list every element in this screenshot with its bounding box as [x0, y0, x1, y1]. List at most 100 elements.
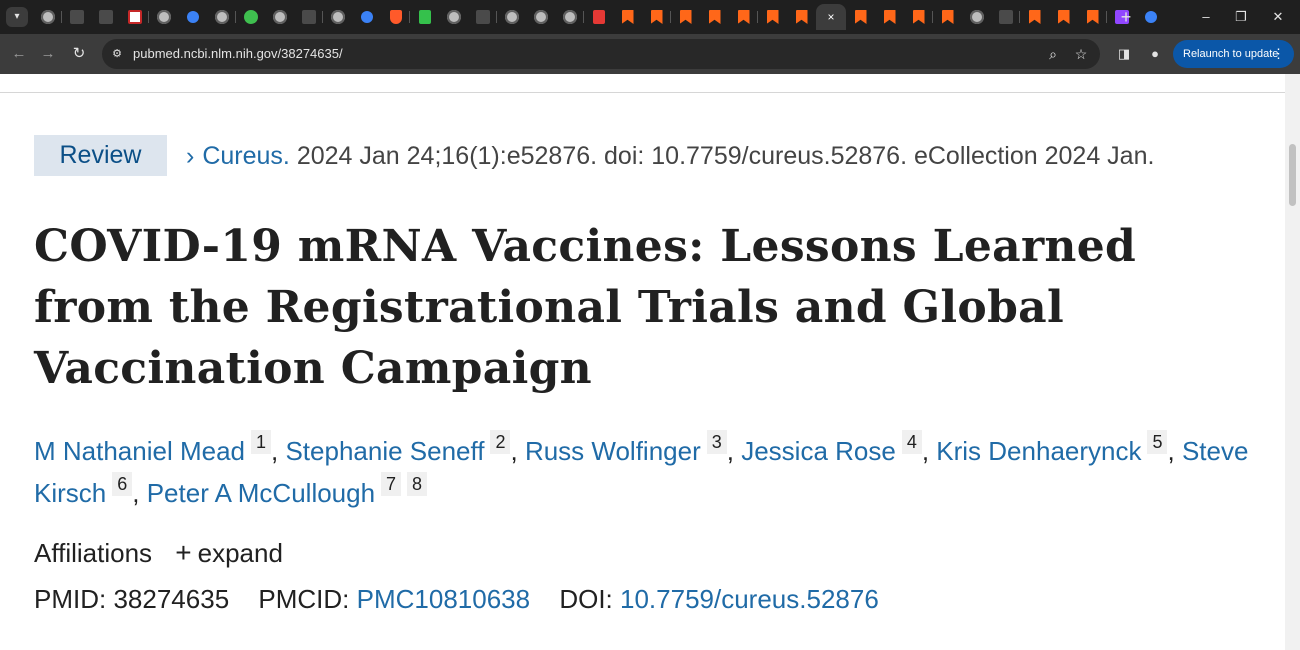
back-icon[interactable]: ←: [8, 43, 30, 65]
substack-favicon-icon: [854, 10, 867, 24]
author-link[interactable]: Jessica Rose: [741, 436, 896, 466]
authors-list: M Nathaniel Mead 1, Stephanie Seneff 2, Ru…: [34, 430, 1249, 508]
pmid-label: PMID:: [34, 584, 107, 614]
page-scrollbar[interactable]: [1285, 74, 1300, 650]
maximize-button[interactable]: ❐: [1226, 6, 1256, 28]
globe-favicon-icon: [969, 10, 984, 24]
browser-tab[interactable]: [846, 4, 875, 30]
browser-tab[interactable]: [294, 4, 323, 30]
affiliation-ref-button[interactable]: 2: [490, 430, 511, 454]
browser-tab[interactable]: [265, 4, 294, 30]
browser-tab[interactable]: [439, 4, 468, 30]
browser-tab[interactable]: [1049, 4, 1078, 30]
browser-tab[interactable]: [991, 4, 1020, 30]
browser-tab[interactable]: [33, 4, 62, 30]
affiliation-ref-button[interactable]: 6: [112, 472, 133, 496]
url-text[interactable]: pubmed.ncbi.nlm.nih.gov/38274635/: [133, 46, 343, 62]
browser-tab[interactable]: [1136, 4, 1165, 30]
globe-favicon-icon: [272, 10, 287, 24]
browser-tab[interactable]: [787, 4, 816, 30]
journal-link[interactable]: Cureus.: [202, 142, 290, 170]
shield-blue-favicon-icon: [69, 10, 84, 24]
author-link[interactable]: Kris Denhaerynck: [936, 436, 1141, 466]
bookmark-star-icon[interactable]: ☆: [1072, 45, 1090, 63]
relaunch-label: Relaunch to update: [1183, 48, 1279, 60]
author-link[interactable]: M Nathaniel Mead: [34, 436, 245, 466]
browser-tab[interactable]: [671, 4, 700, 30]
browser-tab[interactable]: [381, 4, 410, 30]
browser-tab[interactable]: [555, 4, 584, 30]
browser-tab[interactable]: [236, 4, 265, 30]
reload-icon[interactable]: ↻: [68, 43, 90, 65]
browser-tab[interactable]: [933, 4, 962, 30]
browser-tab[interactable]: [178, 4, 207, 30]
browser-tab[interactable]: [584, 4, 613, 30]
doi-link[interactable]: 10.7759/cureus.52876: [620, 584, 879, 614]
browser-tab[interactable]: [323, 4, 352, 30]
author-link[interactable]: Russ Wolfinger: [525, 436, 701, 466]
profile-icon[interactable]: ●: [1145, 44, 1165, 64]
author-link[interactable]: Stephanie Seneff: [285, 436, 484, 466]
affiliation-ref-button[interactable]: 4: [901, 430, 922, 454]
header-divider: [0, 92, 1285, 93]
minimize-button[interactable]: –: [1191, 6, 1221, 28]
browser-tab[interactable]: [468, 4, 497, 30]
green-g-favicon-icon: [418, 10, 431, 24]
browser-tab[interactable]: [207, 4, 236, 30]
browser-tab[interactable]: [613, 4, 642, 30]
article-title: COVID-19 mRNA Vaccines: Lessons Learned …: [34, 221, 1137, 394]
substack-favicon-icon: [621, 10, 634, 24]
affiliation-ref-button[interactable]: 3: [706, 430, 727, 454]
forward-icon[interactable]: →: [37, 43, 59, 65]
close-tab-icon[interactable]: ×: [827, 10, 834, 24]
shield-orange-favicon-icon: [389, 10, 402, 24]
browser-tab[interactable]: [352, 4, 381, 30]
author-link[interactable]: Peter A McCullough: [147, 478, 375, 508]
browser-tab[interactable]: [410, 4, 439, 30]
browser-tab[interactable]: [642, 4, 671, 30]
pmcid-link[interactable]: PMC10810638: [357, 584, 530, 614]
substack-favicon-icon: [1057, 10, 1070, 24]
substack-favicon-icon: [679, 10, 692, 24]
globe-favicon-icon: [40, 10, 55, 24]
browser-tab[interactable]: [120, 4, 149, 30]
site-info-icon[interactable]: ⚙: [109, 46, 125, 62]
browser-tab[interactable]: [875, 4, 904, 30]
browser-tab[interactable]: [1078, 4, 1107, 30]
globe-favicon-icon: [446, 10, 461, 24]
browser-tab[interactable]: [497, 4, 526, 30]
plus-icon[interactable]: +: [175, 537, 191, 568]
zoom-icon[interactable]: ⌕: [1044, 45, 1062, 63]
browser-tab[interactable]: [700, 4, 729, 30]
globe-favicon-icon: [533, 10, 548, 24]
browser-tab[interactable]: [526, 4, 555, 30]
substack-favicon-icon: [737, 10, 750, 24]
affiliation-ref-button[interactable]: 5: [1147, 430, 1168, 454]
browser-tab[interactable]: [758, 4, 787, 30]
browser-tab[interactable]: [729, 4, 758, 30]
affiliation-ref-button[interactable]: 7: [381, 472, 402, 496]
substack-favicon-icon: [766, 10, 779, 24]
address-bar[interactable]: ⚙ pubmed.ncbi.nlm.nih.gov/38274635/ ⌕ ☆: [102, 39, 1100, 69]
expand-affiliations-button[interactable]: expand: [198, 538, 283, 568]
close-window-button[interactable]: ✕: [1263, 6, 1293, 28]
browser-tab[interactable]: [904, 4, 933, 30]
affiliation-ref-button[interactable]: 1: [251, 430, 271, 454]
browser-tab[interactable]: [62, 4, 91, 30]
globe-favicon-icon: [562, 10, 577, 24]
chevron-right-icon[interactable]: ›: [186, 142, 194, 170]
active-tab[interactable]: ×: [816, 4, 846, 30]
more-menu-icon[interactable]: ⋮: [1272, 40, 1285, 68]
browser-tab[interactable]: [1020, 4, 1049, 30]
browser-tab[interactable]: [149, 4, 178, 30]
browser-tab[interactable]: [962, 4, 991, 30]
tab-search-button[interactable]: ▾: [6, 7, 28, 27]
scrollbar-thumb[interactable]: [1289, 144, 1296, 206]
play-favicon-icon: [243, 10, 258, 24]
relaunch-to-update-button[interactable]: Relaunch to update ⋮: [1173, 40, 1294, 68]
bi-logo-favicon-icon: [127, 10, 142, 24]
affiliation-ref-button[interactable]: 8: [407, 472, 428, 496]
new-tab-button[interactable]: +: [1116, 6, 1136, 28]
side-panel-icon[interactable]: ◨: [1114, 44, 1134, 64]
browser-tab[interactable]: [91, 4, 120, 30]
